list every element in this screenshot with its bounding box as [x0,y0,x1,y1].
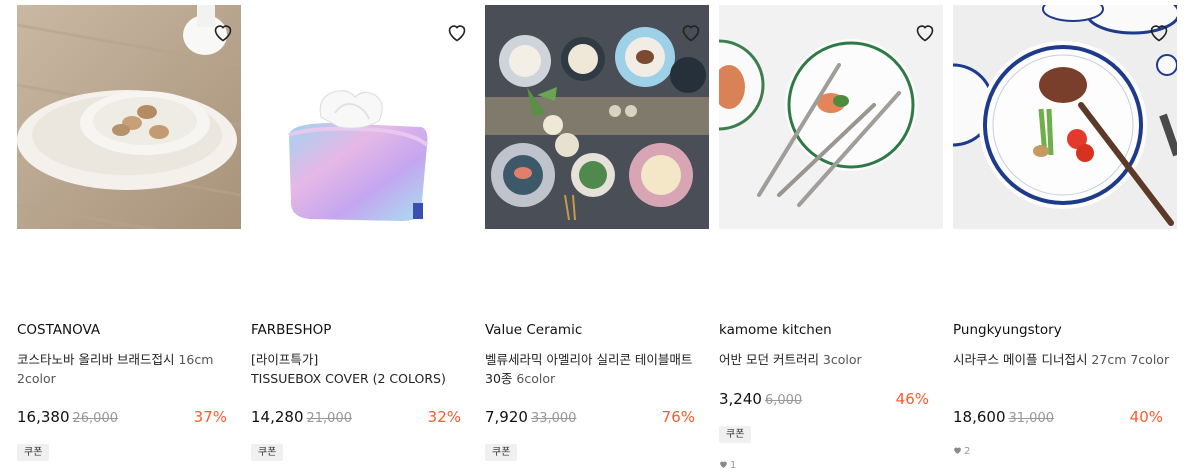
product-image[interactable] [17,5,241,229]
price-row: 14,280 21,000 32% [251,408,461,428]
table-mat-photo [485,5,709,229]
sale-price: 14,280 [251,408,304,426]
wishlist-heart-icon[interactable] [1147,20,1171,44]
original-price: 6,000 [764,393,803,408]
price-row: 3,240 6,000 46% [719,390,929,410]
brand-name[interactable]: Pungkyungstory [953,322,1062,338]
cutlery-photo [719,5,943,229]
sale-price: 3,240 [719,390,762,408]
product-title[interactable]: [라이프특가] TISSUEBOX COVER (2 COLORS) [251,350,471,388]
like-count: 2 [953,446,970,457]
like-count-value: 2 [964,446,971,457]
product-card[interactable]: Value Ceramic 벨류세라믹 아멜리아 실리콘 테이블매트 30종 6… [485,5,709,461]
coupon-badge: 쿠폰 [485,444,518,461]
product-title-text: 코스타노바 올리바 브래드접시 [17,352,175,367]
product-image[interactable] [485,5,709,229]
heart-filled-icon [954,447,961,454]
product-image[interactable] [719,5,943,229]
brand-name[interactable]: COSTANOVA [17,322,100,338]
product-title[interactable]: 어반 모던 커트러리 3color [719,350,939,369]
product-card[interactable]: Pungkyungstory 시라쿠스 메이플 디너접시 27cm 7color… [953,5,1177,457]
coupon-badge: 쿠폰 [251,444,284,461]
original-price: 26,000 [72,411,119,426]
wishlist-heart-icon[interactable] [913,20,937,44]
product-title[interactable]: 코스타노바 올리바 브래드접시 16cm 2color [17,350,237,388]
wishlist-heart-icon[interactable] [445,20,469,44]
product-option-text: 27cm 7color [1087,352,1170,367]
discount-rate: 32% [427,408,461,426]
price-row: 7,920 33,000 76% [485,408,695,428]
discount-rate: 46% [895,390,929,408]
brand-name[interactable]: Value Ceramic [485,322,582,338]
like-count: 1 [719,460,736,471]
original-price: 21,000 [306,411,353,426]
product-card[interactable]: COSTANOVA 코스타노바 올리바 브래드접시 16cm 2color 16… [17,5,241,461]
product-card[interactable]: kamome kitchen 어반 모던 커트러리 3color 3,240 6,… [719,5,943,471]
product-card[interactable]: FARBESHOP [라이프특가] TISSUEBOX COVER (2 COL… [251,5,475,461]
wishlist-heart-icon[interactable] [679,20,703,44]
original-price: 31,000 [1008,411,1055,426]
product-image[interactable] [251,5,475,229]
product-option-text: 6color [512,371,556,386]
brand-name[interactable]: FARBESHOP [251,322,331,338]
product-title-text: 어반 모던 커트러리 [719,352,819,367]
sale-price: 7,920 [485,408,528,426]
sale-price: 16,380 [17,408,70,426]
dinner-plate-photo [953,5,1177,229]
product-title[interactable]: 시라쿠스 메이플 디너접시 27cm 7color [953,350,1173,369]
product-title[interactable]: 벨류세라믹 아멜리아 실리콘 테이블매트 30종 6color [485,350,705,388]
heart-filled-icon [720,461,727,468]
coupon-badge: 쿠폰 [719,426,752,443]
discount-rate: 37% [193,408,227,426]
product-option-text: 3color [818,352,862,367]
price-row: 18,600 31,000 40% [953,408,1163,428]
coupon-badge: 쿠폰 [17,444,50,461]
bread-plate-photo [17,5,241,229]
discount-rate: 76% [661,408,695,426]
brand-name[interactable]: kamome kitchen [719,322,832,338]
discount-rate: 40% [1129,408,1163,426]
tissue-box-photo [251,5,475,229]
product-title-text: [라이프특가] [251,352,319,367]
product-option-text: TISSUEBOX COVER (2 COLORS) [251,371,446,386]
wishlist-heart-icon[interactable] [211,20,235,44]
original-price: 33,000 [530,411,577,426]
product-image[interactable] [953,5,1177,229]
price-row: 16,380 26,000 37% [17,408,227,428]
like-count-value: 1 [730,460,737,471]
product-title-text: 시라쿠스 메이플 디너접시 [953,352,1088,367]
sale-price: 18,600 [953,408,1006,426]
